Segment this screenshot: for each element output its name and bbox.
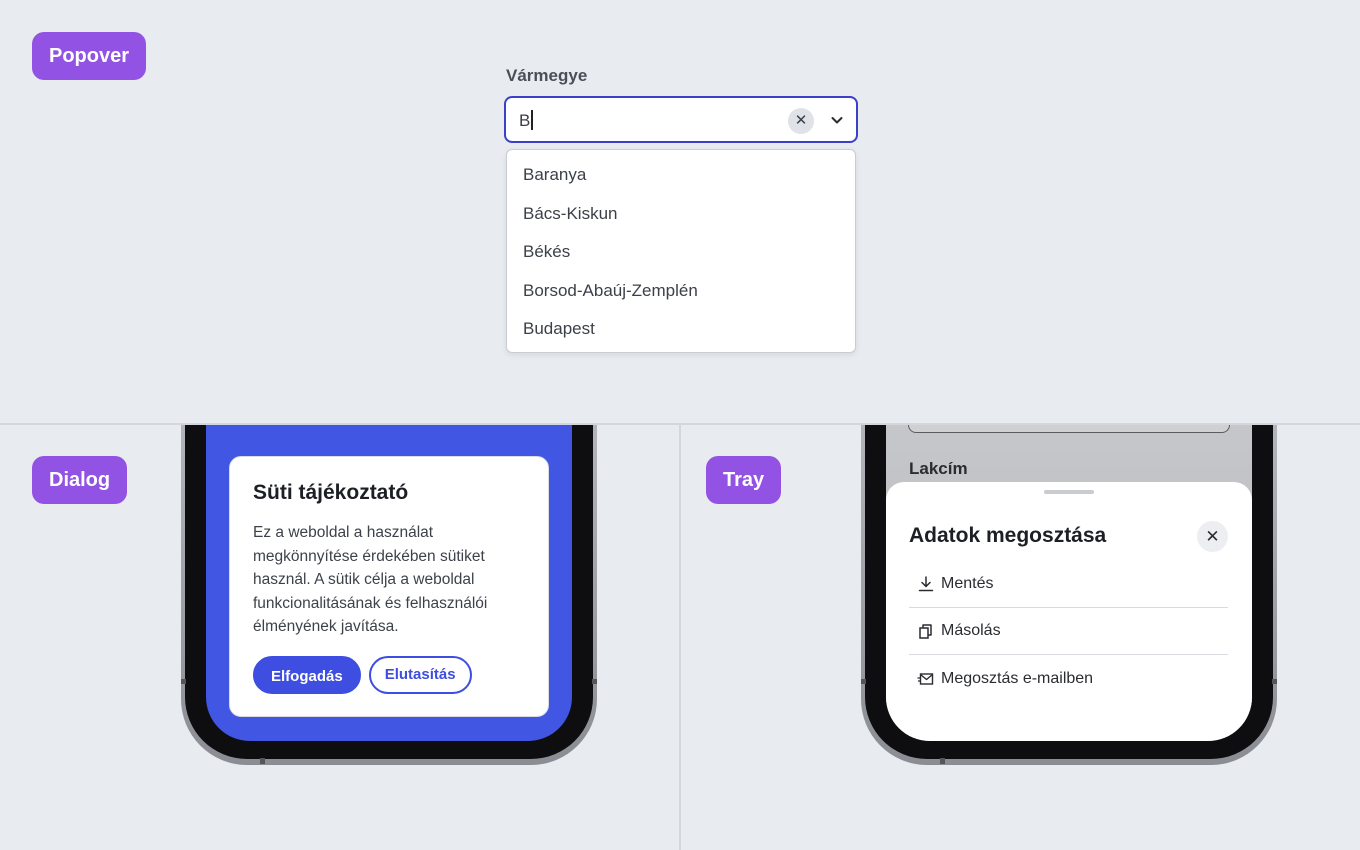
phone-side-button [861, 679, 866, 684]
tray-title: Adatok megosztása [909, 524, 1107, 547]
listbox-option[interactable]: Baranya [507, 156, 855, 195]
phone-side-button [592, 679, 597, 684]
dialog-tag: Dialog [32, 456, 128, 504]
menu-item-save[interactable]: Mentés [909, 561, 1228, 608]
download-icon [918, 576, 934, 592]
county-field-label: Vármegye [506, 66, 588, 85]
phone-bottom-detail [940, 758, 945, 764]
menu-item-copy[interactable]: Másolás [909, 608, 1228, 655]
accept-button[interactable]: Elfogadás [253, 656, 361, 694]
share-tray: Adatok megosztása ✕ Mentés Másolás Megos… [886, 482, 1252, 741]
share-menu: Mentés Másolás Megosztás e-mailben [909, 561, 1228, 702]
phone-side-button [181, 679, 186, 684]
combobox-value-text: B [519, 111, 531, 130]
menu-item-label: Mentés [941, 575, 994, 592]
listbox-option[interactable]: Budapest [507, 310, 855, 349]
dialog-title: Süti tájékoztató [253, 481, 409, 504]
phone-bottom-detail [260, 758, 265, 764]
text-caret [531, 110, 533, 130]
menu-item-email[interactable]: Megosztás e-mailben [909, 655, 1228, 702]
clear-icon[interactable]: ✕ [788, 108, 814, 134]
county-combobox[interactable]: B ✕ [504, 96, 858, 143]
dialog-body: Ez a weboldal a használat megkönnyítése … [253, 524, 488, 635]
phone-side-button [1272, 679, 1277, 684]
tray-handle[interactable] [1044, 490, 1094, 494]
tray-phone-mockup: Lakcím Adatok megosztása ✕ Mentés Másolá… [861, 425, 1279, 765]
reject-button[interactable]: Elutasítás [368, 656, 472, 694]
copy-icon [919, 624, 932, 639]
chevron-down-icon[interactable] [829, 112, 845, 128]
cookie-dialog: Süti tájékoztató Ez a weboldal a használ… [229, 456, 549, 717]
listbox-option[interactable]: Borsod-Abaúj-Zemplén [507, 272, 855, 311]
popover-tag: Popover [32, 32, 147, 80]
county-listbox: Baranya Bács-Kiskun Békés Borsod-Abaúj-Z… [506, 149, 856, 353]
mail-icon [917, 672, 934, 685]
dialog-actions: Elfogadás Elutasítás [253, 656, 472, 694]
section-divider-vertical [679, 425, 681, 850]
county-combobox-input[interactable]: B [519, 110, 533, 131]
tray-tag: Tray [706, 456, 782, 504]
dialog-phone-mockup: Süti tájékoztató Ez a weboldal a használ… [181, 425, 599, 765]
listbox-option[interactable]: Bács-Kiskun [507, 195, 855, 234]
background-input [908, 425, 1230, 433]
menu-item-label: Másolás [941, 622, 1001, 639]
background-label: Lakcím [909, 459, 968, 478]
close-icon[interactable]: ✕ [1197, 521, 1228, 552]
menu-item-label: Megosztás e-mailben [941, 669, 1094, 687]
listbox-option[interactable]: Békés [507, 233, 855, 272]
